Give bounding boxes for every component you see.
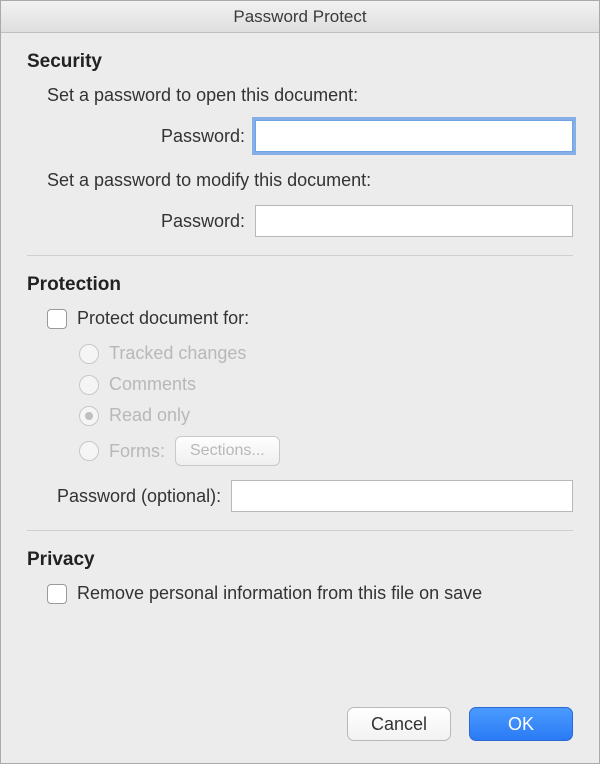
protection-heading: Protection [27, 274, 573, 296]
protection-password-input[interactable] [231, 480, 573, 512]
divider [27, 530, 573, 531]
modify-password-input[interactable] [255, 205, 573, 237]
tracked-changes-label: Tracked changes [109, 343, 246, 364]
comments-label: Comments [109, 374, 196, 395]
modify-password-instruction: Set a password to modify this document: [47, 170, 573, 191]
ok-button[interactable]: OK [469, 707, 573, 741]
forms-label: Forms: [109, 441, 165, 462]
dialog-buttonbar: Cancel OK [1, 689, 599, 763]
security-heading: Security [27, 51, 573, 73]
window-title: Password Protect [1, 1, 599, 33]
dialog-content: Security Set a password to open this doc… [1, 33, 599, 689]
comments-radio [79, 375, 99, 395]
forms-radio [79, 441, 99, 461]
divider [27, 255, 573, 256]
sections-button: Sections... [175, 436, 280, 466]
remove-pii-label: Remove personal information from this fi… [77, 583, 482, 604]
privacy-heading: Privacy [27, 549, 573, 571]
protect-document-checkbox[interactable] [47, 309, 67, 329]
password-protect-dialog: Password Protect Security Set a password… [0, 0, 600, 764]
cancel-button[interactable]: Cancel [347, 707, 451, 741]
open-password-instruction: Set a password to open this document: [47, 85, 573, 106]
read-only-radio [79, 406, 99, 426]
modify-password-label: Password: [47, 211, 255, 232]
open-password-label: Password: [47, 126, 255, 147]
tracked-changes-radio [79, 344, 99, 364]
remove-pii-checkbox[interactable] [47, 584, 67, 604]
protect-document-label: Protect document for: [77, 308, 249, 329]
read-only-label: Read only [109, 405, 190, 426]
open-password-input[interactable] [255, 120, 573, 152]
protection-password-label: Password (optional): [57, 486, 221, 507]
